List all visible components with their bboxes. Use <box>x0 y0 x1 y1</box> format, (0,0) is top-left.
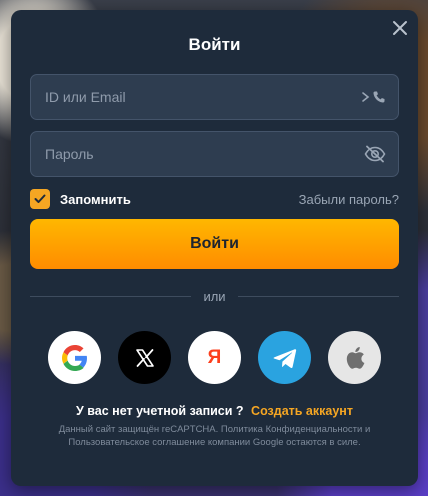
or-divider: или <box>30 288 400 304</box>
x-icon <box>135 348 154 367</box>
divider-line-left <box>30 295 192 297</box>
recaptcha-notice: Данный сайт защищён reCAPTCHA. Политика … <box>58 424 371 448</box>
remember-checkbox[interactable] <box>30 189 50 209</box>
create-account-link[interactable]: Создать аккаунт <box>251 404 353 418</box>
login-button[interactable]: Войти <box>30 219 399 269</box>
social-login-list: Я <box>48 331 381 384</box>
eye-off-icon <box>364 145 386 163</box>
divider-text: или <box>203 288 226 304</box>
chevron-right-icon <box>362 92 370 102</box>
register-question: У вас нет учетной записи ? <box>76 404 244 418</box>
close-icon <box>393 21 407 35</box>
toggle-password-visibility[interactable] <box>364 145 386 163</box>
remember-label: Запомнить <box>60 191 131 207</box>
telegram-login-button[interactable] <box>258 331 311 384</box>
login-input[interactable] <box>45 89 361 105</box>
apple-login-button[interactable] <box>328 331 381 384</box>
checkmark-icon <box>34 194 46 203</box>
register-prompt: У вас нет учетной записи ? Создать аккау… <box>11 404 418 418</box>
yandex-login-button[interactable]: Я <box>188 331 241 384</box>
divider-line-right <box>237 295 400 297</box>
yandex-icon: Я <box>207 346 222 368</box>
password-input[interactable] <box>45 146 364 162</box>
login-field[interactable] <box>30 74 399 120</box>
modal-title: Войти <box>188 35 241 54</box>
password-field[interactable] <box>30 131 399 177</box>
phone-icon <box>373 91 385 103</box>
telegram-icon <box>273 348 296 368</box>
google-icon <box>61 344 87 371</box>
remember-row: Запомнить Забыли пароль? <box>30 188 399 210</box>
forgot-password-link[interactable]: Забыли пароль? <box>299 192 399 207</box>
login-modal: Войти Запом <box>11 10 418 486</box>
x-login-button[interactable] <box>118 331 171 384</box>
login-method-switch[interactable] <box>361 90 386 104</box>
google-login-button[interactable] <box>48 331 101 384</box>
remember-me[interactable]: Запомнить <box>30 189 131 209</box>
apple-icon <box>346 346 364 369</box>
